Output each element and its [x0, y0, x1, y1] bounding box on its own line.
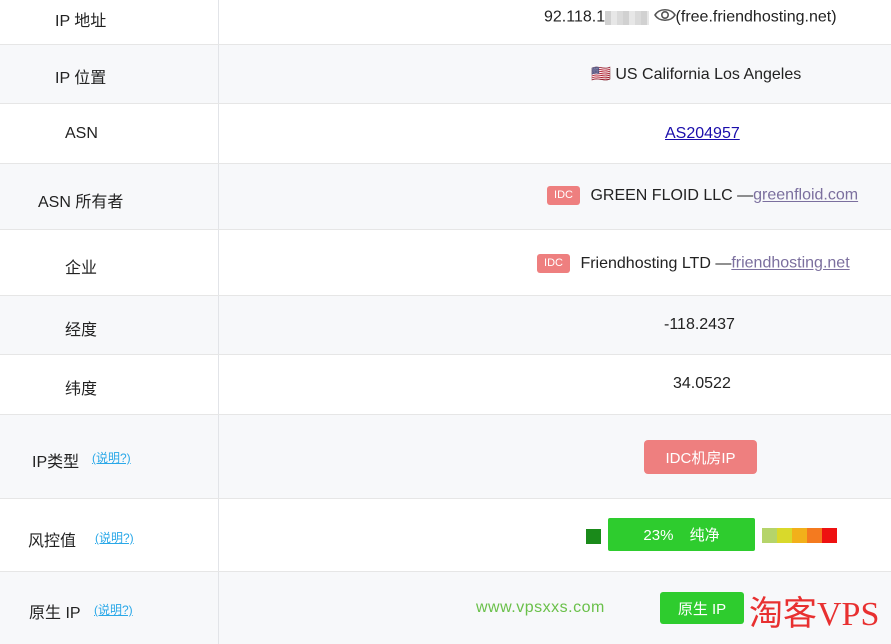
row-asn: ASN AS204957: [0, 104, 891, 164]
ip-info-table: IP 地址 92.118.1 (free.friendhosting.net) …: [0, 0, 891, 644]
asn-owner-value: IDC GREEN FLOID LLC —greenfloid.com: [547, 186, 858, 205]
asn-owner-link[interactable]: greenfloid.com: [753, 187, 858, 204]
company-name: Friendhosting LTD —: [580, 254, 732, 272]
blurred-ip-segment: [605, 10, 650, 25]
idc-datacenter-badge: IDC机房IP: [644, 440, 757, 474]
row-value-cell: www.vpsxxs.com 原生 IP 淘客VPS: [219, 572, 891, 644]
ip-type-help-link[interactable]: (说明?): [92, 449, 131, 466]
longitude-label: 经度: [65, 322, 98, 339]
row-ip-type: IP类型 (说明?) IDC机房IP: [0, 415, 891, 499]
scale-step: [822, 528, 837, 543]
asn-label: ASN: [65, 125, 98, 142]
location-text: US California Los Angeles: [615, 66, 802, 83]
scale-step: [762, 528, 777, 543]
latitude-label: 纬度: [65, 381, 98, 398]
ip-address-label: IP 地址: [55, 13, 107, 30]
row-label-cell: ASN 所有者: [0, 164, 219, 229]
asn-owner-label: ASN 所有者: [38, 194, 124, 211]
native-ip-label: 原生 IP: [29, 605, 81, 622]
row-risk-score: 风控值 (说明?) 23% 纯净: [0, 499, 891, 572]
row-label-cell: 经度: [0, 296, 219, 354]
row-label-cell: 风控值 (说明?): [0, 499, 219, 571]
asn-owner-name: GREEN FLOID LLC —: [590, 186, 754, 204]
scale-step: [777, 528, 792, 543]
row-label-cell: IP 位置: [0, 45, 219, 103]
us-flag-icon: 🇺🇸: [591, 66, 611, 83]
company-value: IDC Friendhosting LTD —friendhosting.net: [537, 254, 850, 273]
row-value-cell: IDC GREEN FLOID LLC —greenfloid.com: [219, 164, 891, 229]
row-ip-address: IP 地址 92.118.1 (free.friendhosting.net): [0, 0, 891, 45]
row-value-cell: 34.0522: [219, 355, 891, 414]
row-company: 企业 IDC Friendhosting LTD —friendhosting.…: [0, 230, 891, 296]
row-label-cell: ASN: [0, 104, 219, 163]
native-ip-help-link[interactable]: (说明?): [94, 601, 133, 618]
row-label-cell: IP类型 (说明?): [0, 415, 219, 498]
row-ip-location: IP 位置 🇺🇸 US California Los Angeles: [0, 45, 891, 104]
ip-host: (free.friendhosting.net): [675, 8, 837, 26]
row-native-ip: 原生 IP (说明?) www.vpsxxs.com 原生 IP 淘客VPS: [0, 572, 891, 644]
row-label-cell: 原生 IP (说明?): [0, 572, 219, 644]
row-asn-owner: ASN 所有者 IDC GREEN FLOID LLC —greenfloid.…: [0, 164, 891, 230]
row-value-cell: IDC Friendhosting LTD —friendhosting.net: [219, 230, 891, 295]
row-longitude: 经度 -118.2437: [0, 296, 891, 355]
native-ip-badge: 原生 IP: [660, 592, 744, 624]
asn-link[interactable]: AS204957: [665, 125, 740, 143]
ip-partial: 92.118.1: [544, 8, 606, 26]
row-value-cell: 92.118.1 (free.friendhosting.net): [219, 0, 891, 44]
idc-tag: IDC: [537, 254, 570, 273]
ip-address-value: 92.118.1 (free.friendhosting.net): [544, 7, 837, 28]
scale-step: [807, 528, 822, 543]
risk-score-label: 风控值: [28, 533, 77, 550]
eye-icon[interactable]: [653, 7, 676, 28]
row-value-cell: IDC机房IP: [219, 415, 891, 498]
scale-step: [792, 528, 807, 543]
row-label-cell: IP 地址: [0, 0, 219, 44]
risk-level-indicator: [586, 529, 601, 544]
row-value-cell: -118.2437: [219, 296, 891, 354]
row-label-cell: 企业: [0, 230, 219, 295]
longitude-value: -118.2437: [664, 316, 735, 333]
company-link[interactable]: friendhosting.net: [731, 255, 849, 272]
watermark-logo: 淘客VPS: [749, 596, 880, 633]
row-value-cell: 23% 纯净: [219, 499, 891, 571]
risk-score-bar: 23% 纯净: [608, 518, 755, 551]
idc-tag: IDC: [547, 186, 580, 205]
latitude-value: 34.0522: [673, 375, 731, 392]
row-label-cell: 纬度: [0, 355, 219, 414]
ip-location-label: IP 位置: [55, 70, 107, 87]
ip-location-value: 🇺🇸 US California Los Angeles: [591, 64, 801, 84]
risk-color-scale: [762, 528, 837, 543]
row-value-cell: 🇺🇸 US California Los Angeles: [219, 45, 891, 103]
row-value-cell: AS204957: [219, 104, 891, 163]
company-label: 企业: [65, 260, 98, 277]
row-latitude: 纬度 34.0522: [0, 355, 891, 415]
risk-help-link[interactable]: (说明?): [95, 529, 134, 546]
ip-type-label: IP类型: [32, 454, 80, 471]
watermark-site-text: www.vpsxxs.com: [476, 599, 605, 616]
